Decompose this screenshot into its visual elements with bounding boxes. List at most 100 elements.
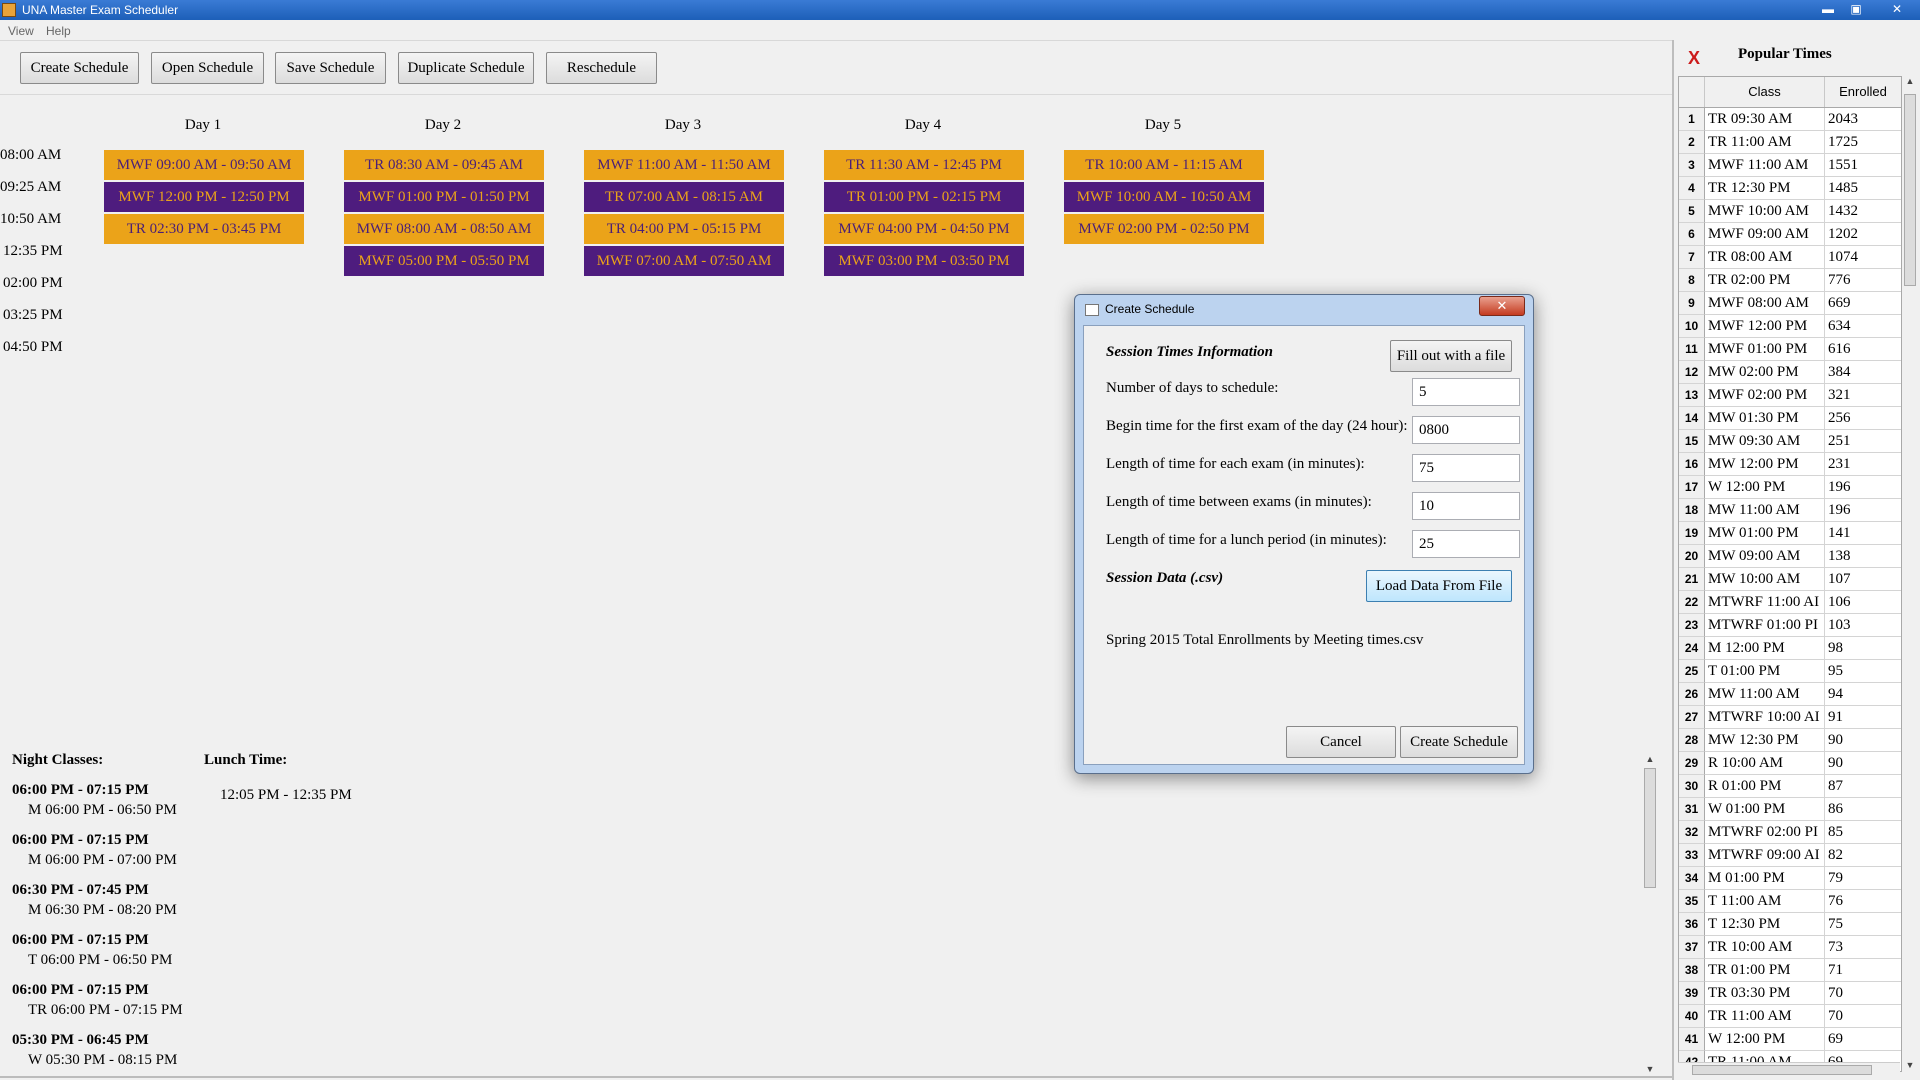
- row-number[interactable]: 31: [1679, 798, 1705, 821]
- days-input[interactable]: 5: [1412, 378, 1520, 406]
- create-schedule-button[interactable]: Create Schedule: [20, 52, 139, 84]
- class-cell[interactable]: W 12:00 PM: [1705, 1028, 1825, 1051]
- menu-help[interactable]: Help: [46, 24, 71, 38]
- class-cell[interactable]: MWF 12:00 PM: [1705, 315, 1825, 338]
- scrollbar-thumb[interactable]: [1692, 1065, 1872, 1075]
- enrolled-cell[interactable]: 70: [1825, 982, 1901, 1005]
- enrolled-cell[interactable]: 82: [1825, 844, 1901, 867]
- row-number[interactable]: 39: [1679, 982, 1705, 1005]
- table-row[interactable]: 36 T 12:30 PM 75: [1679, 913, 1901, 936]
- table-row[interactable]: 31 W 01:00 PM 86: [1679, 798, 1901, 821]
- enrolled-cell[interactable]: 86: [1825, 798, 1901, 821]
- table-row[interactable]: 16 MW 12:00 PM 231: [1679, 453, 1901, 476]
- row-number[interactable]: 6: [1679, 223, 1705, 246]
- exam-slot[interactable]: TR 04:00 PM - 05:15 PM: [584, 214, 784, 244]
- table-row[interactable]: 6 MWF 09:00 AM 1202: [1679, 223, 1901, 246]
- enrolled-cell[interactable]: 103: [1825, 614, 1901, 637]
- class-cell[interactable]: TR 03:30 PM: [1705, 982, 1825, 1005]
- enrolled-cell[interactable]: 91: [1825, 706, 1901, 729]
- table-row[interactable]: 5 MWF 10:00 AM 1432: [1679, 200, 1901, 223]
- enrolled-cell[interactable]: 251: [1825, 430, 1901, 453]
- enrolled-cell[interactable]: 138: [1825, 545, 1901, 568]
- exam-slot[interactable]: TR 10:00 AM - 11:15 AM: [1064, 150, 1264, 180]
- class-cell[interactable]: MWF 01:00 PM: [1705, 338, 1825, 361]
- row-number[interactable]: 19: [1679, 522, 1705, 545]
- enrolled-cell[interactable]: 1485: [1825, 177, 1901, 200]
- table-row[interactable]: 28 MW 12:30 PM 90: [1679, 729, 1901, 752]
- enrolled-cell[interactable]: 76: [1825, 890, 1901, 913]
- class-cell[interactable]: MW 09:30 AM: [1705, 430, 1825, 453]
- save-schedule-button[interactable]: Save Schedule: [275, 52, 386, 84]
- scrollbar-thumb[interactable]: [1904, 94, 1916, 286]
- between-exams-input[interactable]: 10: [1412, 492, 1520, 520]
- table-row[interactable]: 35 T 11:00 AM 76: [1679, 890, 1901, 913]
- class-cell[interactable]: MW 11:00 AM: [1705, 683, 1825, 706]
- enrolled-cell[interactable]: 1074: [1825, 246, 1901, 269]
- table-horizontal-scrollbar[interactable]: [1678, 1062, 1900, 1077]
- table-row[interactable]: 38 TR 01:00 PM 71: [1679, 959, 1901, 982]
- scrollbar-thumb[interactable]: [1644, 768, 1656, 888]
- enrolled-cell[interactable]: 384: [1825, 361, 1901, 384]
- table-row[interactable]: 19 MW 01:00 PM 141: [1679, 522, 1901, 545]
- class-cell[interactable]: T 11:00 AM: [1705, 890, 1825, 913]
- class-cell[interactable]: MTWRF 11:00 AI: [1705, 591, 1825, 614]
- table-row[interactable]: 18 MW 11:00 AM 196: [1679, 499, 1901, 522]
- table-row[interactable]: 8 TR 02:00 PM 776: [1679, 269, 1901, 292]
- row-number[interactable]: 40: [1679, 1005, 1705, 1028]
- class-cell[interactable]: MW 10:00 AM: [1705, 568, 1825, 591]
- table-vertical-scrollbar[interactable]: ▲ ▼: [1902, 76, 1918, 1070]
- class-cell[interactable]: MW 09:00 AM: [1705, 545, 1825, 568]
- open-schedule-button[interactable]: Open Schedule: [151, 52, 264, 84]
- row-number[interactable]: 1: [1679, 108, 1705, 131]
- enrolled-cell[interactable]: 776: [1825, 269, 1901, 292]
- duplicate-schedule-button[interactable]: Duplicate Schedule: [398, 52, 534, 84]
- row-number[interactable]: 28: [1679, 729, 1705, 752]
- exam-slot[interactable]: MWF 12:00 PM - 12:50 PM: [104, 182, 304, 212]
- enrolled-cell[interactable]: 1725: [1825, 131, 1901, 154]
- exam-slot[interactable]: TR 01:00 PM - 02:15 PM: [824, 182, 1024, 212]
- class-cell[interactable]: TR 09:30 AM: [1705, 108, 1825, 131]
- scroll-down-icon[interactable]: ▼: [1642, 1064, 1658, 1074]
- row-number[interactable]: 12: [1679, 361, 1705, 384]
- class-cell[interactable]: TR 11:00 AM: [1705, 131, 1825, 154]
- close-icon[interactable]: ✕: [1880, 1, 1914, 18]
- class-cell[interactable]: MW 01:30 PM: [1705, 407, 1825, 430]
- class-cell[interactable]: M 01:00 PM: [1705, 867, 1825, 890]
- row-number[interactable]: 36: [1679, 913, 1705, 936]
- row-number[interactable]: 26: [1679, 683, 1705, 706]
- table-row[interactable]: 21 MW 10:00 AM 107: [1679, 568, 1901, 591]
- class-cell[interactable]: MWF 09:00 AM: [1705, 223, 1825, 246]
- row-number[interactable]: 37: [1679, 936, 1705, 959]
- table-row[interactable]: 33 MTWRF 09:00 AI 82: [1679, 844, 1901, 867]
- class-cell[interactable]: MTWRF 01:00 PI: [1705, 614, 1825, 637]
- class-cell[interactable]: MWF 11:00 AM: [1705, 154, 1825, 177]
- maximize-icon[interactable]: ▣: [1844, 1, 1868, 18]
- row-number[interactable]: 21: [1679, 568, 1705, 591]
- create-schedule-confirm-button[interactable]: Create Schedule: [1400, 726, 1518, 758]
- enrolled-cell[interactable]: 69: [1825, 1028, 1901, 1051]
- exam-slot[interactable]: MWF 11:00 AM - 11:50 AM: [584, 150, 784, 180]
- table-row[interactable]: 11 MWF 01:00 PM 616: [1679, 338, 1901, 361]
- row-number[interactable]: 9: [1679, 292, 1705, 315]
- table-row[interactable]: 14 MW 01:30 PM 256: [1679, 407, 1901, 430]
- table-row[interactable]: 20 MW 09:00 AM 138: [1679, 545, 1901, 568]
- enrolled-cell[interactable]: 669: [1825, 292, 1901, 315]
- row-number[interactable]: 20: [1679, 545, 1705, 568]
- table-row[interactable]: 37 TR 10:00 AM 73: [1679, 936, 1901, 959]
- lunch-period-input[interactable]: 25: [1412, 530, 1520, 558]
- enrolled-cell[interactable]: 79: [1825, 867, 1901, 890]
- scroll-up-icon[interactable]: ▲: [1902, 76, 1918, 86]
- table-row[interactable]: 15 MW 09:30 AM 251: [1679, 430, 1901, 453]
- scroll-down-icon[interactable]: ▼: [1902, 1060, 1918, 1070]
- row-number[interactable]: 18: [1679, 499, 1705, 522]
- row-number[interactable]: 8: [1679, 269, 1705, 292]
- exam-slot[interactable]: TR 02:30 PM - 03:45 PM: [104, 214, 304, 244]
- row-number[interactable]: 34: [1679, 867, 1705, 890]
- row-number[interactable]: 10: [1679, 315, 1705, 338]
- table-row[interactable]: 1 TR 09:30 AM 2043: [1679, 108, 1901, 131]
- enrolled-cell[interactable]: 107: [1825, 568, 1901, 591]
- class-cell[interactable]: MTWRF 02:00 PI: [1705, 821, 1825, 844]
- row-number[interactable]: 29: [1679, 752, 1705, 775]
- exam-slot[interactable]: MWF 04:00 PM - 04:50 PM: [824, 214, 1024, 244]
- class-cell[interactable]: R 01:00 PM: [1705, 775, 1825, 798]
